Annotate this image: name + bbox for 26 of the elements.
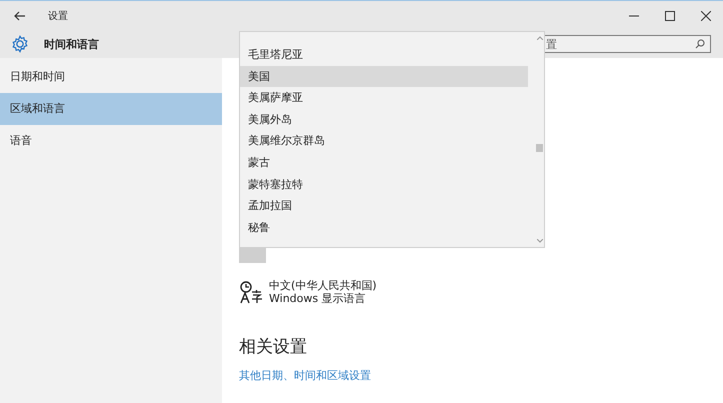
country-option[interactable]: 美国 [240, 66, 528, 88]
settings-icon [11, 35, 29, 53]
scroll-down-icon[interactable] [536, 239, 542, 243]
section-heading: 相关设置 [239, 336, 308, 358]
close-icon[interactable] [701, 10, 711, 20]
sidebar-item[interactable]: 区域和语言 [0, 93, 222, 125]
language-name: 中文(中华人民共和国) [269, 279, 377, 292]
sidebar-item[interactable]: 日期和时间 [0, 61, 222, 93]
sidebar-item[interactable]: 语音 [0, 125, 222, 157]
country-option[interactable]: 美属维尔京群岛 [240, 130, 528, 152]
language-description: Windows 显示语言 [269, 292, 367, 305]
back-icon[interactable] [14, 10, 26, 20]
window-title: 设置 [48, 10, 68, 22]
country-option[interactable]: 美属外岛 [240, 108, 528, 130]
scroll-up-icon[interactable] [536, 36, 542, 40]
country-option[interactable]: 美属萨摩亚 [240, 87, 528, 109]
page-title: 时间和语言 [44, 36, 99, 52]
settings-link[interactable]: 其他日期、时间和区域设置 [239, 368, 377, 383]
country-option[interactable]: 秘鲁 [240, 216, 528, 238]
scrollbar-thumb[interactable] [536, 144, 543, 152]
country-option[interactable]: 孟加拉国 [240, 195, 528, 217]
maximize-icon[interactable] [665, 10, 675, 20]
country-option[interactable]: 蒙古 [240, 152, 528, 174]
search-icon [695, 39, 705, 49]
language-icon [239, 280, 263, 304]
country-option[interactable]: 蒙特塞拉特 [240, 174, 528, 196]
